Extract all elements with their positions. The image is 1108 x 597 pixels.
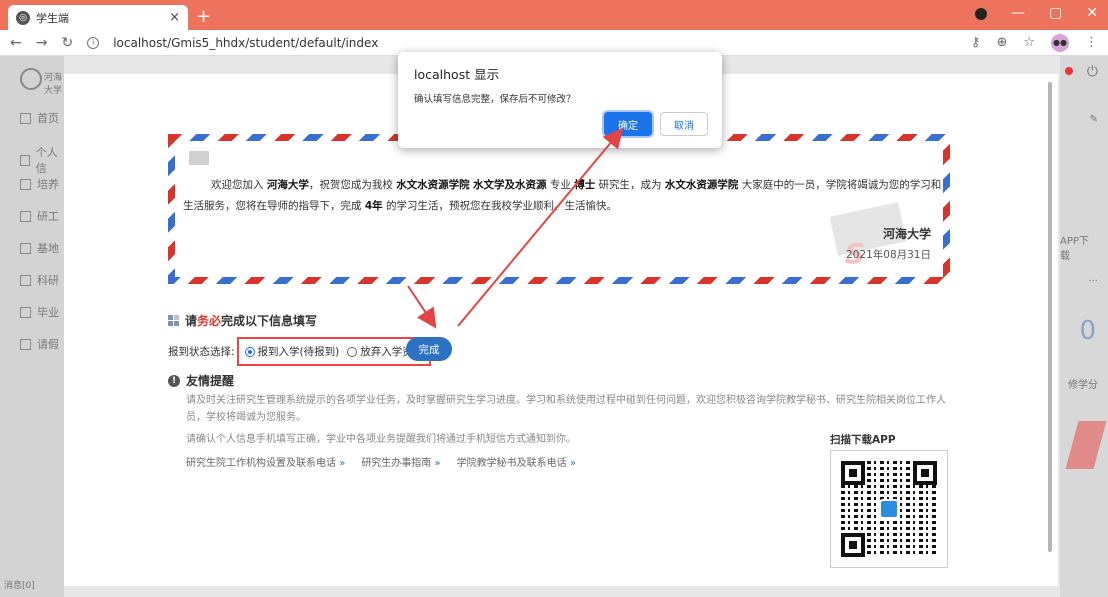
app-logo-icon	[879, 499, 899, 519]
sidebar-item-graduation[interactable]: 毕业	[20, 304, 59, 320]
radio-abandon-dot[interactable]	[347, 346, 358, 357]
sidebar-item-label: 个人信	[35, 146, 58, 175]
cancel-button[interactable]: 取消	[660, 112, 708, 136]
more-icon[interactable]: ···	[1088, 276, 1098, 287]
key-icon[interactable]: ⚷	[971, 35, 981, 50]
message-count[interactable]: 消息[0]	[4, 578, 35, 591]
sidebar-item-work[interactable]: 研工	[20, 208, 59, 224]
link-office-contacts[interactable]: 研究生院工作机构设置及联系电话 »	[186, 454, 345, 469]
radio-register-dot[interactable]	[244, 346, 255, 357]
dialog-message: 确认填写信息完整，保存后不可修改？	[414, 94, 576, 105]
calendar-icon	[20, 338, 31, 350]
toolbar-icons: ⚷ ⊕ ☆ ●● ⋮	[971, 33, 1098, 52]
window-controls: — ▢ ✕	[975, 5, 1098, 21]
confirm-dialog: localhost 显示 确认填写信息完整，保存后不可修改？ 确定 取消	[398, 52, 722, 148]
status-label: 报到状态选择:	[168, 346, 235, 358]
star-icon[interactable]: ☆	[1023, 35, 1035, 50]
qr-code-box	[830, 450, 948, 568]
chart-icon	[20, 178, 31, 190]
modal-scrollbar[interactable]	[1048, 82, 1052, 552]
browser-tab[interactable]: ◎ 学生端 ×	[8, 5, 188, 30]
letter-date: 2021年08月31日	[846, 249, 931, 261]
tips-title: ! 友情提醒	[168, 372, 234, 389]
registration-modal: 欢迎您加入 河海大学，祝贺您成为我校 水文水资源学院 水文学及水资源 专业 博士…	[64, 74, 1058, 586]
sidebar: 河海大学 首页 个人信 培养 研工 基地 科研 毕业 请假 消息[0]	[0, 56, 64, 597]
letter-university: 河海大学	[882, 227, 931, 241]
qr-code-image	[841, 461, 937, 557]
sidebar-item-home[interactable]: 首页	[20, 110, 59, 126]
university-logo	[20, 68, 42, 90]
dialog-title: localhost 显示	[414, 67, 500, 82]
app-download-link[interactable]: APP下载	[1060, 232, 1098, 262]
home-icon	[20, 112, 31, 124]
logo-text: 河海大学	[44, 73, 63, 96]
user-icon	[20, 154, 30, 166]
radio-register[interactable]: 报到入学(待报到)	[244, 344, 339, 359]
tab-title: 学生端	[36, 11, 69, 25]
close-icon[interactable]: ×	[169, 10, 180, 25]
site-info-icon[interactable]: i	[87, 36, 100, 49]
url-input[interactable]: localhost/Gmis5_hhdx/student/default/ind…	[113, 36, 957, 50]
grid-icon	[20, 242, 31, 254]
info-icon: !	[168, 374, 180, 387]
status-options: 报到入学(待报到) 放弃入学资格	[236, 337, 432, 366]
welcome-letter-body: 欢迎您加入 河海大学，祝贺您成为我校 水文水资源学院 水文学及水资源 专业 博士…	[175, 141, 943, 277]
edit-icon[interactable]: ✎	[1090, 114, 1098, 125]
sidebar-item-label: 研工	[37, 210, 59, 223]
sidebar-item-label: 基地	[37, 242, 59, 255]
tips-text: 请及时关注研究生管理系统提示的各项学业任务，及时掌握研究生学习进度。学习和系统使…	[186, 395, 946, 423]
browser-tab-bar: ◎ 学生端 × + — ▢ ✕	[0, 0, 1108, 30]
sidebar-item-base[interactable]: 基地	[20, 240, 59, 256]
back-icon[interactable]: ←	[10, 35, 22, 51]
help-links: 研究生院工作机构设置及联系电话 » 研究生办事指南 » 学院教学秘书及联系电话 …	[186, 454, 576, 469]
minimize-icon[interactable]: —	[1011, 5, 1025, 21]
new-tab-icon[interactable]: +	[196, 6, 211, 27]
score-value: 0	[1079, 316, 1096, 346]
forward-icon[interactable]: →	[36, 35, 48, 51]
link-secretary-contacts[interactable]: 学院教学秘书及联系电话 »	[457, 454, 576, 469]
sidebar-item-label: 毕业	[37, 306, 59, 319]
sidebar-item-leave[interactable]: 请假	[20, 336, 59, 352]
globe-icon: ◎	[16, 10, 30, 25]
power-icon[interactable]: ⏻	[1087, 64, 1098, 80]
close-window-icon[interactable]: ✕	[1086, 5, 1098, 21]
sidebar-item-personal[interactable]: 个人信	[20, 144, 64, 176]
record-icon[interactable]	[975, 8, 988, 20]
menu-kebab-icon[interactable]: ⋮	[1085, 35, 1098, 50]
student-photo	[189, 151, 209, 165]
status-selection-row: 报到状态选择: 报到入学(待报到) 放弃入学资格	[168, 337, 432, 366]
dialog-buttons: 确定 取消	[604, 112, 708, 136]
notification-dot	[1064, 67, 1073, 75]
sidebar-item-label: 科研	[37, 274, 59, 287]
building-icon	[20, 210, 31, 222]
sidebar-item-label: 首页	[37, 112, 59, 125]
cap-icon	[20, 306, 31, 318]
qr-finder	[841, 461, 865, 485]
welcome-letter: 欢迎您加入 河海大学，祝贺您成为我校 水文水资源学院 水文学及水资源 专业 博士…	[168, 134, 950, 284]
qr-label: 扫描下载APP	[830, 434, 896, 446]
form-section-title: 请务必完成以下信息填写	[168, 312, 317, 329]
sidebar-item-label: 请假	[37, 338, 59, 351]
reload-icon[interactable]: ↻	[61, 35, 73, 51]
profile-avatar[interactable]: ●●	[1051, 33, 1069, 52]
right-panel: ⏻ ✎ APP下载 ··· 0 修学分	[1060, 56, 1108, 597]
sidebar-item-research[interactable]: 科研	[20, 272, 59, 288]
link-guide[interactable]: 研究生办事指南 »	[361, 454, 440, 469]
section-grid-icon	[168, 315, 179, 326]
done-button[interactable]: 完成	[406, 337, 452, 361]
maximize-icon[interactable]: ▢	[1049, 5, 1062, 21]
zoom-icon[interactable]: ⊕	[996, 35, 1007, 50]
sidebar-item-training[interactable]: 培养	[20, 176, 59, 192]
qr-finder	[841, 533, 865, 557]
score-label: 修学分	[1068, 380, 1098, 391]
welcome-text: 欢迎您加入 河海大学，祝贺您成为我校 水文水资源学院 水文学及水资源 专业 博士…	[183, 179, 942, 212]
confirm-button[interactable]: 确定	[604, 112, 652, 136]
tips-text-phone: 请确认个人信息手机填写正确，学业中各项业务提醒我们将通过手机短信方式通知到你。	[186, 434, 576, 445]
bar-chart-icon	[20, 274, 31, 286]
qr-finder	[913, 461, 937, 485]
sidebar-item-label: 培养	[37, 178, 59, 191]
decorative-banner	[1065, 421, 1107, 469]
right-top-icons: ⏻	[1064, 64, 1098, 80]
